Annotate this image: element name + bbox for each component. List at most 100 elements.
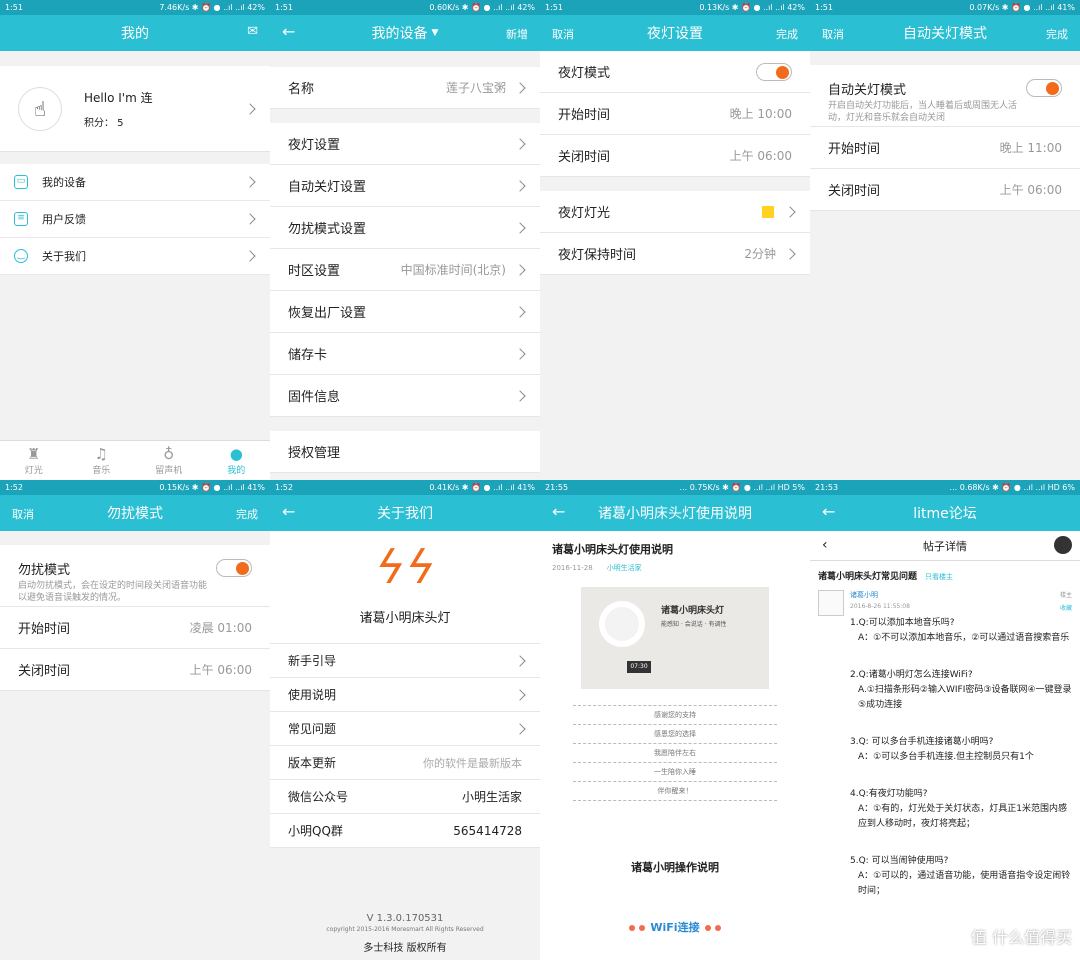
row-update[interactable]: 版本更新 你的软件是最新版本 <box>270 746 540 780</box>
row-faq[interactable]: 常见问题 <box>270 712 540 746</box>
chevron-right-icon <box>514 305 526 318</box>
row-end-time[interactable]: 关闭时间 上午 06:00 <box>0 649 270 691</box>
cancel-button[interactable]: 取消 <box>552 26 574 42</box>
status-bar: 1:51 0.07K/s ✱ ⏰ ● ..ıl ..ıl 41% <box>810 0 1080 15</box>
row-label: 时区设置 <box>288 264 341 279</box>
status-info: ... 0.68K/s ✱ ⏰ ● ..ıl ..ıl HD 6% <box>949 483 1075 492</box>
tab-light[interactable]: ♜ 灯光 <box>0 441 68 480</box>
back-arrow-icon[interactable]: ← <box>282 504 295 520</box>
device-icon: ▭ <box>14 175 28 189</box>
dropdown-icon[interactable]: ▼ <box>432 28 439 38</box>
page-title[interactable]: 我的设备 <box>372 23 428 43</box>
row-value: 565414728 <box>453 823 522 838</box>
question: 3.Q: 可以多台手机连接诸葛小明吗? <box>850 737 994 747</box>
auto-off-toggle[interactable] <box>1026 79 1062 97</box>
dnd-mode-screen: 1:52 0.15K/s ✱ ⏰ ● ..ıl ..ıl 41% 取消 勿扰模式 完成… <box>0 480 270 960</box>
avatar: ☝ <box>18 86 62 131</box>
status-bar: 1:51 7.46K/s ✱ ⏰ ● ..ıl ..ıl 42% <box>0 0 270 15</box>
tab-music[interactable]: ♫ 音乐 <box>68 441 136 480</box>
answer: A：①有的，灯光处于关灯状态，灯具正1米范围内感应到人移动时，夜灯将亮起； <box>858 804 1067 829</box>
favorite-link[interactable]: 收藏 <box>1060 603 1072 612</box>
row-name[interactable]: 名称 莲子八宝粥 <box>270 67 540 109</box>
row-timezone[interactable]: 时区设置 中国标准时间(北京) <box>270 249 540 291</box>
row-factory-reset[interactable]: 恢复出厂设置 <box>270 291 540 333</box>
screenshot-collage: 1:51 7.46K/s ✱ ⏰ ● ..ıl ..ıl 42% 我的 ✉ ☝ He… <box>0 0 1080 960</box>
forum-post-screen: 21:53 ... 0.68K/s ✱ ⏰ ● ..ıl ..ıl HD 6% ←… <box>810 480 1080 960</box>
status-time: 1:52 <box>5 483 23 492</box>
done-button[interactable]: 完成 <box>236 506 258 522</box>
sub-header: ‹ 帖子详情 <box>810 531 1080 561</box>
back-arrow-icon[interactable]: ← <box>552 504 565 520</box>
tagline: 感恩您的选择 <box>573 725 777 744</box>
row-hold-time[interactable]: 夜灯保持时间 2分钟 <box>540 233 810 275</box>
profile-card[interactable]: ☝ Hello I'm 连积分： 5 <box>0 66 270 152</box>
app-header: ϟϟ 诸葛小明床头灯 <box>270 531 540 644</box>
done-button[interactable]: 完成 <box>1046 26 1068 42</box>
row-start-time[interactable]: 开始时间 晚上 11:00 <box>810 127 1080 169</box>
tab-label: 我的 <box>227 466 246 476</box>
row-label: 固件信息 <box>288 390 341 405</box>
row-description: 启动勿扰模式，会在设定的时间段关闭语音功能以避免语音误触发的情况。 <box>18 581 208 603</box>
page-title: 勿扰模式 <box>107 506 163 522</box>
watermark: 值 什么值得买 <box>970 928 1072 947</box>
avatar[interactable] <box>1054 536 1072 554</box>
section-heading: 诸葛小明操作说明 <box>631 861 719 874</box>
status-time: 1:51 <box>545 3 563 12</box>
night-mode-toggle[interactable] <box>756 62 792 81</box>
tagline: 我愿陪伴左右 <box>573 744 777 763</box>
menu-about[interactable]: ‿ 关于我们 <box>0 238 270 275</box>
row-end-time[interactable]: 关闭时间 上午 06:00 <box>810 169 1080 211</box>
mail-icon[interactable]: ✉ <box>247 24 258 39</box>
row-start-time[interactable]: 开始时间 晚上 10:00 <box>540 93 810 135</box>
row-authorization[interactable]: 授权管理 <box>270 431 540 473</box>
question: 4.Q:有夜灯功能吗? <box>850 789 928 799</box>
status-time: 1:51 <box>5 3 23 12</box>
row-auto-off[interactable]: 自动关灯设置 <box>270 165 540 207</box>
add-button[interactable]: 新增 <box>506 26 528 42</box>
tab-me[interactable]: ● 我的 <box>203 441 271 480</box>
status-info: 0.15K/s ✱ ⏰ ● ..ıl ..ıl 41% <box>159 483 265 492</box>
row-firmware[interactable]: 固件信息 <box>270 375 540 417</box>
chevron-right-icon <box>514 179 526 192</box>
menu-feedback[interactable]: ≡ 用户反馈 <box>0 201 270 238</box>
status-time: 1:51 <box>275 3 293 12</box>
post-title: 诸葛小明床头灯常见问题 <box>818 572 918 582</box>
done-button[interactable]: 完成 <box>776 26 798 42</box>
row-night-mode: 夜灯模式 <box>540 51 810 93</box>
row-wechat: 微信公众号 小明生活家 <box>270 780 540 814</box>
row-dnd[interactable]: 勿扰模式设置 <box>270 207 540 249</box>
status-info: 0.41K/s ✱ ⏰ ● ..ıl ..ıl 41% <box>429 483 535 492</box>
only-op-link[interactable]: 只看楼主 <box>925 573 953 581</box>
user-avatar[interactable] <box>818 590 844 616</box>
back-arrow-icon[interactable]: ← <box>822 504 835 520</box>
row-description: 开启自动关灯功能后，当人睡着后或周围无人活动，灯光和音乐就会自动关闭 <box>828 101 1018 123</box>
row-storage[interactable]: 储存卡 <box>270 333 540 375</box>
chevron-left-icon[interactable]: ‹ <box>822 537 828 553</box>
company-text: 多士科技 版权所有 <box>363 943 447 954</box>
tagline-list: 感谢您的支持 感恩您的选择 我愿陪伴左右 一生陪你入睡 伴你醒来！ <box>573 705 777 801</box>
cancel-button[interactable]: 取消 <box>822 26 844 42</box>
row-guide[interactable]: 新手引导 <box>270 644 540 678</box>
row-value: 晚上 10:00 <box>729 107 792 121</box>
row-manual[interactable]: 使用说明 <box>270 678 540 712</box>
back-arrow-icon[interactable]: ← <box>282 24 295 40</box>
chevron-right-icon <box>514 688 526 701</box>
tab-recorder[interactable]: ♁ 留声机 <box>135 441 203 480</box>
row-night-light[interactable]: 夜灯设置 <box>270 123 540 165</box>
sub-title: 帖子详情 <box>923 539 967 553</box>
article-source[interactable]: 小明生活家 <box>607 564 642 572</box>
row-end-time[interactable]: 关闭时间 上午 06:00 <box>540 135 810 177</box>
row-start-time[interactable]: 开始时间 凌晨 01:00 <box>0 607 270 649</box>
chevron-right-icon <box>784 205 796 218</box>
cancel-button[interactable]: 取消 <box>12 506 34 522</box>
chevron-right-icon <box>244 213 256 225</box>
row-auto-off-mode: 自动关灯模式 开启自动关灯功能后，当人睡着后或周围无人活动，灯光和音乐就会自动关闭 <box>810 65 1080 127</box>
question: 2.Q:诸葛小明灯怎么连接WiFi? <box>850 670 973 680</box>
page-title: litme论坛 <box>913 506 977 522</box>
page-title: 自动关灯模式 <box>903 26 987 42</box>
menu-my-devices[interactable]: ▭ 我的设备 <box>0 164 270 201</box>
username[interactable]: 诸葛小明 <box>850 590 1060 600</box>
dnd-toggle[interactable] <box>216 559 252 577</box>
title-bar: ← 我的设备 ▼ 新增 <box>270 15 540 51</box>
row-night-light-color[interactable]: 夜灯灯光 <box>540 191 810 233</box>
